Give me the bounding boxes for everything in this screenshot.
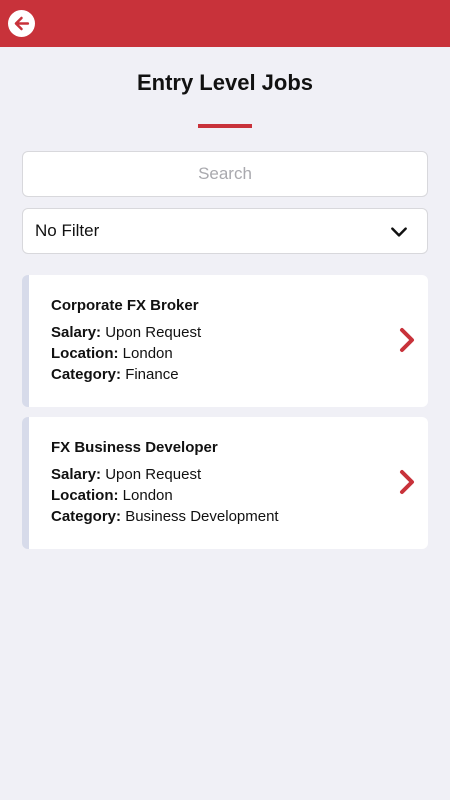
location-value: London bbox=[122, 345, 173, 362]
back-button[interactable] bbox=[8, 10, 35, 37]
search-input[interactable] bbox=[22, 151, 428, 197]
location-row: Location: London bbox=[51, 487, 173, 504]
arrow-left-icon bbox=[14, 16, 30, 31]
job-title: Corporate FX Broker bbox=[51, 297, 199, 314]
filter-dropdown[interactable]: No Filter bbox=[22, 208, 428, 254]
chevron-right-icon[interactable] bbox=[398, 469, 416, 495]
job-card[interactable]: Corporate FX Broker Salary: Upon Request… bbox=[22, 275, 428, 407]
salary-label: Salary: bbox=[51, 466, 102, 483]
salary-value: Upon Request bbox=[105, 324, 202, 341]
filter-selected-value: No Filter bbox=[35, 221, 100, 240]
job-title: FX Business Developer bbox=[51, 439, 218, 456]
job-card[interactable]: FX Business Developer Salary: Upon Reque… bbox=[22, 417, 428, 549]
salary-row: Salary: Upon Request bbox=[51, 324, 201, 341]
location-label: Location: bbox=[51, 345, 119, 362]
chevron-down-icon bbox=[391, 227, 407, 237]
salary-value: Upon Request bbox=[105, 466, 202, 483]
salary-label: Salary: bbox=[51, 324, 102, 341]
title-underline bbox=[198, 124, 252, 128]
category-row: Category: Business Development bbox=[51, 508, 279, 525]
category-value: Business Development bbox=[125, 508, 279, 525]
category-value: Finance bbox=[125, 366, 179, 383]
location-value: London bbox=[122, 487, 173, 504]
category-label: Category: bbox=[51, 508, 122, 525]
chevron-right-icon[interactable] bbox=[398, 327, 416, 353]
salary-row: Salary: Upon Request bbox=[51, 466, 201, 483]
top-app-bar bbox=[0, 0, 450, 47]
category-label: Category: bbox=[51, 366, 122, 383]
location-row: Location: London bbox=[51, 345, 173, 362]
category-row: Category: Finance bbox=[51, 366, 179, 383]
location-label: Location: bbox=[51, 487, 119, 504]
page-title: Entry Level Jobs bbox=[136, 70, 314, 95]
